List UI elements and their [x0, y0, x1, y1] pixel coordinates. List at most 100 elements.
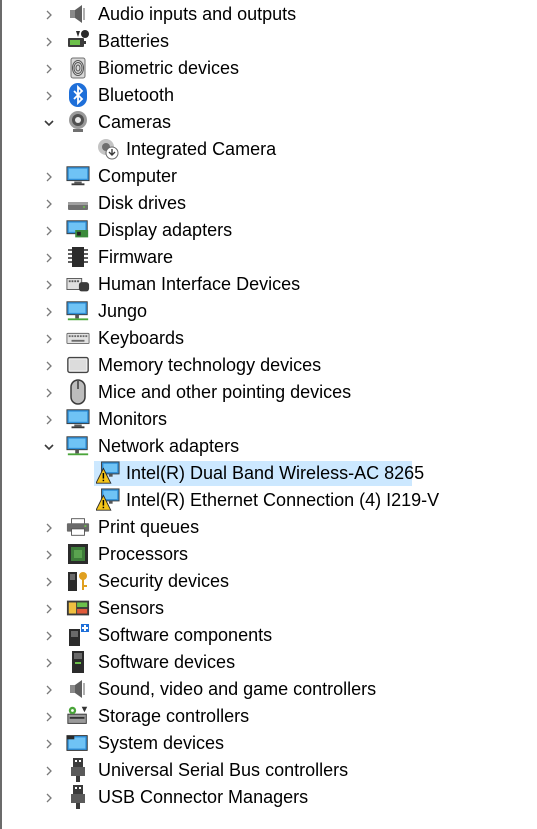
tree-category-bluetooth[interactable]: Bluetooth: [2, 82, 537, 109]
chevron-right-icon[interactable]: [36, 541, 62, 568]
tree-category-usb-connector-managers[interactable]: USB Connector Managers: [2, 784, 537, 811]
tree-category-jungo[interactable]: Jungo: [2, 298, 537, 325]
tree-category-audio-inputs-and-outputs[interactable]: Audio inputs and outputs: [2, 1, 537, 28]
chevron-right-icon[interactable]: [36, 514, 62, 541]
chevron-right-icon[interactable]: [36, 244, 62, 271]
tree-item-label: Audio inputs and outputs: [98, 4, 297, 24]
tree-child-intel-r-dual-band-wireless-ac-8265[interactable]: Intel(R) Dual Band Wireless-AC 8265: [2, 460, 537, 487]
tree-child-intel-r-ethernet-connection-4-i219-v[interactable]: Intel(R) Ethernet Connection (4) I219-V: [2, 487, 537, 514]
tree-item-label: Firmware: [98, 247, 173, 267]
tree-category-print-queues[interactable]: Print queues: [2, 514, 537, 541]
fingerprint-icon: [66, 56, 90, 80]
keyboard-icon: [66, 326, 90, 350]
tree-category-system-devices[interactable]: System devices: [2, 730, 537, 757]
tree-item-label: Keyboards: [98, 328, 185, 348]
mouse-icon: [66, 379, 90, 405]
tree-item-label: Sensors: [98, 598, 165, 618]
tree-category-mice-and-other-pointing-devices[interactable]: Mice and other pointing devices: [2, 379, 537, 406]
chevron-right-icon[interactable]: [36, 379, 62, 406]
tree-category-processors[interactable]: Processors: [2, 541, 537, 568]
tree-category-memory-technology-devices[interactable]: Memory technology devices: [2, 352, 537, 379]
tree-category-biometric-devices[interactable]: Biometric devices: [2, 55, 537, 82]
network-monitor-icon: [66, 434, 90, 458]
chevron-right-icon[interactable]: [36, 730, 62, 757]
chevron-right-icon[interactable]: [36, 352, 62, 379]
speaker-icon: [66, 2, 90, 26]
tree-category-monitors[interactable]: Monitors: [2, 406, 537, 433]
software-component-icon: [66, 623, 90, 647]
tree-category-software-components[interactable]: Software components: [2, 622, 537, 649]
device-tree: Audio inputs and outputs Batteries Biometr…: [2, 0, 537, 829]
tree-item-label: Intel(R) Ethernet Connection (4) I219-V: [126, 490, 440, 510]
chevron-right-icon[interactable]: [36, 28, 62, 55]
display-adapter-icon: [66, 218, 90, 242]
tree-item-label: Batteries: [98, 31, 170, 51]
tree-item-label: Security devices: [98, 571, 230, 591]
tree-category-sensors[interactable]: Sensors: [2, 595, 537, 622]
processor-icon: [66, 542, 90, 566]
tree-item-label: Bluetooth: [98, 85, 175, 105]
tree-item-label: Display adapters: [98, 220, 233, 240]
tree-category-sound-video-and-game-controllers[interactable]: Sound, video and game controllers: [2, 676, 537, 703]
tree-category-keyboards[interactable]: Keyboards: [2, 325, 537, 352]
tree-category-display-adapters[interactable]: Display adapters: [2, 217, 537, 244]
tree-item-label: Network adapters: [98, 436, 240, 456]
network-monitor-icon: [66, 299, 90, 323]
usb-icon: [66, 785, 90, 809]
tree-item-label: System devices: [98, 733, 225, 753]
disk-drive-icon: [66, 191, 90, 215]
tree-category-software-devices[interactable]: Software devices: [2, 649, 537, 676]
chevron-right-icon[interactable]: [36, 271, 62, 298]
tree-item-label: Memory technology devices: [98, 355, 322, 375]
chevron-right-icon[interactable]: [36, 55, 62, 82]
tree-category-firmware[interactable]: Firmware: [2, 244, 537, 271]
tree-child-integrated-camera[interactable]: Integrated Camera: [2, 136, 537, 163]
usb-icon: [66, 758, 90, 782]
software-device-icon: [66, 650, 90, 674]
chevron-right-icon[interactable]: [36, 757, 62, 784]
system-folder-icon: [66, 731, 90, 755]
tree-item-label: Print queues: [98, 517, 200, 537]
chevron-right-icon[interactable]: [36, 568, 62, 595]
chevron-right-icon[interactable]: [36, 784, 62, 811]
battery-icon: [66, 29, 90, 53]
tree-category-cameras[interactable]: Cameras: [2, 109, 537, 136]
storage-controller-icon: [66, 704, 90, 728]
chevron-right-icon[interactable]: [36, 217, 62, 244]
tree-item-label: USB Connector Managers: [98, 787, 309, 807]
tree-item-label: Cameras: [98, 112, 172, 132]
chevron-right-icon[interactable]: [36, 298, 62, 325]
tree-item-label: Intel(R) Dual Band Wireless-AC 8265: [126, 463, 425, 483]
tree-category-batteries[interactable]: Batteries: [2, 28, 537, 55]
tree-item-label: Sound, video and game controllers: [98, 679, 377, 699]
chevron-right-icon[interactable]: [36, 595, 62, 622]
tree-category-storage-controllers[interactable]: Storage controllers: [2, 703, 537, 730]
chevron-down-icon[interactable]: [36, 109, 62, 136]
tree-category-disk-drives[interactable]: Disk drives: [2, 190, 537, 217]
chevron-right-icon[interactable]: [36, 703, 62, 730]
tree-category-computer[interactable]: Computer: [2, 163, 537, 190]
tree-item-label: Computer: [98, 166, 178, 186]
tree-category-universal-serial-bus-controllers[interactable]: Universal Serial Bus controllers: [2, 757, 537, 784]
chip-icon: [66, 245, 90, 269]
chevron-right-icon[interactable]: [36, 82, 62, 109]
tree-category-human-interface-devices[interactable]: Human Interface Devices: [2, 271, 537, 298]
chevron-right-icon[interactable]: [36, 622, 62, 649]
chevron-down-icon[interactable]: [36, 433, 62, 460]
chevron-right-icon[interactable]: [36, 190, 62, 217]
chevron-right-icon[interactable]: [36, 649, 62, 676]
chevron-right-icon[interactable]: [36, 325, 62, 352]
chevron-right-icon[interactable]: [36, 1, 62, 28]
security-key-icon: [66, 569, 90, 593]
tree-item-label: Software components: [98, 625, 273, 645]
chevron-right-icon[interactable]: [36, 406, 62, 433]
tree-item-label: Jungo: [98, 301, 148, 321]
tree-item-label: Monitors: [98, 409, 168, 429]
webcam-icon: [66, 110, 90, 134]
chevron-right-icon[interactable]: [36, 676, 62, 703]
tree-item-label: Universal Serial Bus controllers: [98, 760, 349, 780]
tree-category-security-devices[interactable]: Security devices: [2, 568, 537, 595]
tree-category-network-adapters[interactable]: Network adapters: [2, 433, 537, 460]
monitor-icon: [66, 164, 90, 188]
chevron-right-icon[interactable]: [36, 163, 62, 190]
